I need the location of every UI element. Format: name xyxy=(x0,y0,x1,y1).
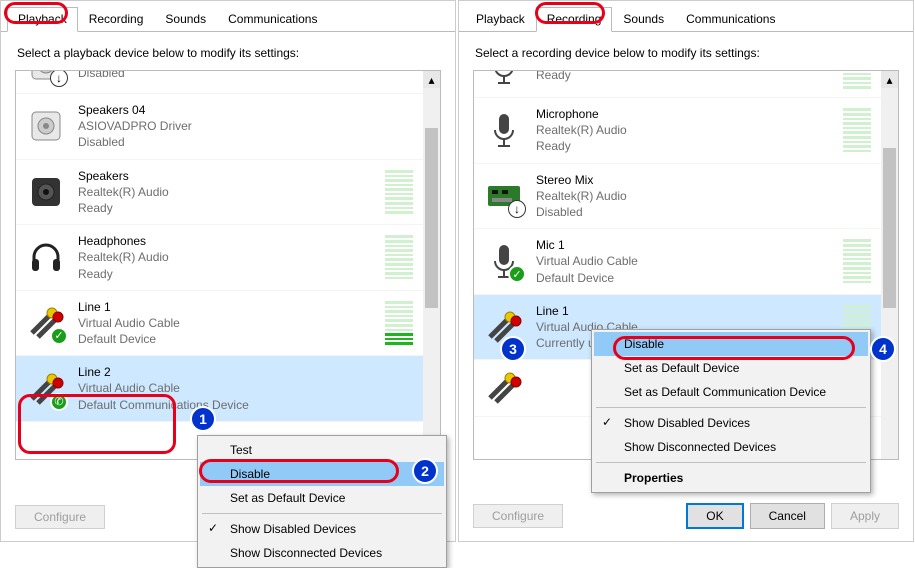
device-row[interactable]: ↓ Stereo MixRealtek(R) AudioDisabled xyxy=(474,164,881,230)
device-text: Line 2Virtual Audio CableDefault Communi… xyxy=(78,364,413,413)
device-text: Speakers 04ASIOVADPRO DriverDisabled xyxy=(78,102,413,151)
menu-item[interactable]: Properties xyxy=(594,466,868,490)
headphones-icon xyxy=(26,237,66,277)
device-text: Mic 1Virtual Audio CableDefault Device xyxy=(536,237,831,286)
scroll-thumb[interactable] xyxy=(425,128,438,308)
tab-playback[interactable]: Playback xyxy=(465,7,536,31)
menu-item[interactable]: Show Disabled Devices xyxy=(594,411,868,435)
level-meter xyxy=(843,71,871,89)
disabled-badge-icon: ↓ xyxy=(508,200,526,218)
scrollbar[interactable]: ▴ xyxy=(881,71,898,459)
tabs-right: Playback Recording Sounds Communications xyxy=(459,1,913,32)
playback-panel: Playback Recording Sounds Communications… xyxy=(0,0,456,542)
menu-item[interactable]: Set as Default Communication Device xyxy=(594,380,868,404)
mic-icon: ✓ xyxy=(484,241,524,281)
board-icon: ↓ xyxy=(484,176,524,216)
speaker-dark-icon xyxy=(26,172,66,212)
menu-item[interactable]: Show Disabled Devices xyxy=(200,517,444,541)
menu-item[interactable]: Disable xyxy=(200,462,444,486)
menu-item[interactable]: Show Disconnected Devices xyxy=(594,435,868,459)
device-text: HeadphonesRealtek(R) AudioReady xyxy=(78,233,373,282)
cancel-button[interactable]: Cancel xyxy=(750,503,825,529)
menu-item[interactable]: Disable xyxy=(594,332,868,356)
mic-icon xyxy=(484,110,524,150)
ok-button[interactable]: OK xyxy=(686,503,743,529)
device-list-left: ↓ ASIOVADPRO DriverDisabled Speakers 04ASI… xyxy=(15,70,441,460)
device-row[interactable]: ✓ Line 1Virtual Audio CableDefault Device xyxy=(16,291,423,357)
instruction-left: Select a playback device below to modify… xyxy=(1,32,455,70)
instruction-right: Select a recording device below to modif… xyxy=(459,32,913,70)
tab-recording[interactable]: Recording xyxy=(536,7,613,32)
tabs-left: Playback Recording Sounds Communications xyxy=(1,1,455,32)
default-badge-icon: ✆ xyxy=(50,393,68,411)
level-meter xyxy=(385,301,413,345)
annotation-number: 1 xyxy=(190,406,216,432)
mic-icon xyxy=(484,71,524,87)
apply-button[interactable]: Apply xyxy=(831,503,899,529)
device-row[interactable]: HeadphonesRealtek(R) AudioReady xyxy=(16,225,423,291)
device-text: Stereo MixRealtek(R) AudioDisabled xyxy=(536,172,871,221)
level-meter xyxy=(843,108,871,152)
speaker-icon xyxy=(26,106,66,146)
configure-button[interactable]: Configure xyxy=(15,505,105,529)
context-menu-right: DisableSet as Default DeviceSet as Defau… xyxy=(591,329,871,493)
device-text: ASIOVADPRO DriverDisabled xyxy=(78,71,413,81)
device-row[interactable]: ✆ Line 2Virtual Audio CableDefault Commun… xyxy=(16,356,423,422)
level-meter xyxy=(385,235,413,279)
rca-icon: ✆ xyxy=(26,369,66,409)
menu-item[interactable]: Show Disconnected Devices xyxy=(200,541,444,565)
tab-communications[interactable]: Communications xyxy=(675,7,786,31)
annotation-number: 4 xyxy=(870,336,896,362)
tab-sounds[interactable]: Sounds xyxy=(612,7,675,31)
device-text: Line 1Virtual Audio CableDefault Device xyxy=(78,299,373,348)
recording-panel: Playback Recording Sounds Communications… xyxy=(458,0,914,542)
default-badge-icon: ✓ xyxy=(50,327,68,345)
device-row[interactable]: ↓ ASIOVADPRO DriverDisabled xyxy=(16,71,423,94)
device-row[interactable]: SpeakersRealtek(R) AudioReady xyxy=(16,160,423,226)
level-meter xyxy=(385,170,413,214)
device-row[interactable]: Intel® Smart Sound Technology (Intel® SS… xyxy=(474,71,881,98)
device-row[interactable]: Speakers 04ASIOVADPRO DriverDisabled xyxy=(16,94,423,160)
device-row[interactable]: ✓ Mic 1Virtual Audio CableDefault Device xyxy=(474,229,881,295)
menu-item[interactable]: Set as Default Device xyxy=(594,356,868,380)
scroll-up-icon[interactable]: ▴ xyxy=(423,71,440,88)
tab-recording[interactable]: Recording xyxy=(78,7,155,31)
tab-communications[interactable]: Communications xyxy=(217,7,328,31)
annotation-number: 3 xyxy=(500,336,526,362)
scroll-thumb[interactable] xyxy=(883,148,896,308)
device-text: MicrophoneRealtek(R) AudioReady xyxy=(536,106,831,155)
rca-icon: ✓ xyxy=(26,303,66,343)
speaker-icon: ↓ xyxy=(26,71,66,85)
device-text: SpeakersRealtek(R) AudioReady xyxy=(78,168,373,217)
tab-playback[interactable]: Playback xyxy=(7,7,78,32)
rca-icon xyxy=(484,368,524,408)
device-row[interactable]: MicrophoneRealtek(R) AudioReady xyxy=(474,98,881,164)
level-meter xyxy=(843,239,871,283)
scrollbar[interactable]: ▴ xyxy=(423,71,440,459)
device-text: Intel® Smart Sound Technology (Intel® SS… xyxy=(536,71,831,83)
menu-item[interactable]: Set as Default Device xyxy=(200,486,444,510)
scroll-up-icon[interactable]: ▴ xyxy=(881,71,898,88)
annotation-number: 2 xyxy=(412,458,438,484)
configure-button[interactable]: Configure xyxy=(473,504,563,528)
menu-item[interactable]: Test xyxy=(200,438,444,462)
tab-sounds[interactable]: Sounds xyxy=(154,7,217,31)
context-menu-left: TestDisableSet as Default Device Show Dis… xyxy=(197,435,447,568)
